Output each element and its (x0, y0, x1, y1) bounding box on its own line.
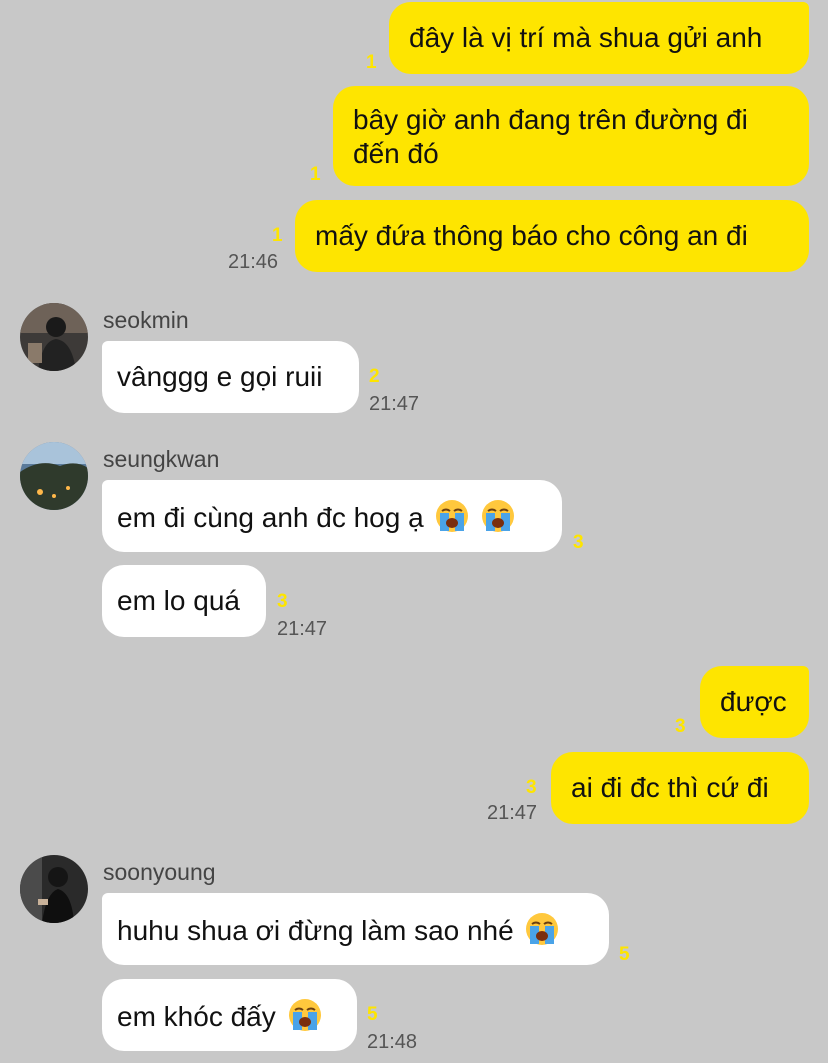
incoming-message[interactable]: vânggg e gọi ruii (102, 341, 359, 413)
incoming-message[interactable]: em đi cùng anh đc hog ạ (102, 480, 562, 552)
message-time: 21:47 (277, 618, 328, 640)
message-text: em lo quá (117, 585, 240, 616)
message-text: em đi cùng anh đc hog ạ (117, 502, 424, 533)
message-text: bây giờ anh đang trên đường đi (353, 104, 748, 135)
message-text: em khóc đấy (117, 1001, 276, 1032)
message-text: ai đi đc thì cứ đi (571, 772, 769, 803)
message-time: 21:48 (367, 1031, 418, 1053)
unread-count: 3 (675, 716, 686, 737)
unread-count: 1 (272, 225, 283, 246)
avatar[interactable] (20, 303, 88, 371)
message-text: đây là vị trí mà shua gửi anh (409, 22, 763, 53)
unread-count: 3 (277, 591, 288, 612)
outgoing-message[interactable]: bây giờ anh đang trên đường đi đến đó (333, 86, 809, 186)
loudly-crying-face-icon (525, 912, 559, 946)
unread-count: 1 (366, 52, 377, 73)
unread-count: 5 (367, 1004, 378, 1025)
message-text: được (720, 686, 787, 717)
sender-name: seokmin (103, 307, 189, 333)
sender-name: soonyoung (103, 859, 216, 885)
outgoing-message[interactable]: ai đi đc thì cứ đi (551, 752, 809, 824)
outgoing-message[interactable]: được (700, 666, 809, 738)
message-time: 21:47 (487, 802, 538, 824)
loudly-crying-face-icon (288, 998, 322, 1032)
avatar[interactable] (20, 442, 88, 510)
message-text: huhu shua ơi đừng làm sao nhé (117, 915, 514, 946)
avatar[interactable] (20, 855, 88, 923)
loudly-crying-face-icon (435, 499, 469, 533)
message-text: vânggg e gọi ruii (117, 361, 323, 392)
unread-count: 1 (310, 164, 321, 185)
incoming-message[interactable]: em khóc đấy (102, 979, 357, 1051)
incoming-message[interactable]: em lo quá (102, 565, 266, 637)
loudly-crying-face-icon (481, 499, 515, 533)
message-time: 21:47 (369, 393, 420, 415)
unread-count: 5 (619, 944, 630, 965)
incoming-message[interactable]: huhu shua ơi đừng làm sao nhé (102, 893, 609, 965)
unread-count: 2 (369, 366, 380, 387)
outgoing-message[interactable]: đây là vị trí mà shua gửi anh (389, 2, 809, 74)
unread-count: 3 (573, 532, 584, 553)
message-text: mấy đứa thông báo cho công an đi (315, 220, 748, 251)
message-time: 21:46 (228, 251, 279, 273)
sender-name: seungkwan (103, 446, 220, 472)
message-text: đến đó (353, 138, 439, 169)
outgoing-message[interactable]: mấy đứa thông báo cho công an đi (295, 200, 809, 272)
unread-count: 3 (526, 777, 537, 798)
